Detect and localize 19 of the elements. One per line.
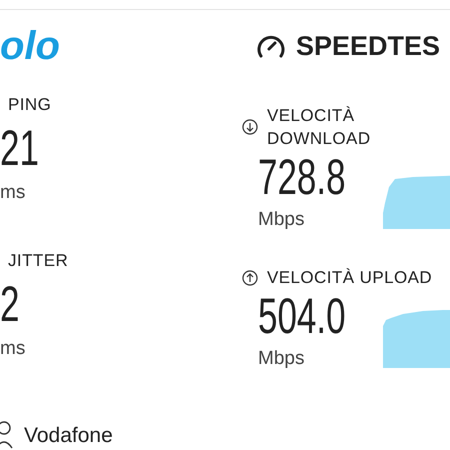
speed-label: VELOCITÀ DOWNLOAD: [267, 105, 372, 150]
download-graph: [383, 173, 450, 229]
provider-name: Vodafone: [24, 424, 113, 446]
speed-value: 728.8: [258, 152, 346, 202]
app-title: SPEEDTES: [296, 32, 440, 60]
metric-value: 21: [0, 123, 39, 173]
speedometer-icon: [256, 34, 286, 58]
metric-label: PING: [7, 96, 52, 113]
speed-unit: Mbps: [258, 349, 306, 368]
metric-value: 2: [0, 279, 20, 329]
speed-value: 504.0: [258, 291, 346, 341]
speed-unit: Mbps: [258, 210, 306, 229]
logo: olo: [0, 26, 60, 66]
speed-label: VELOCITÀ UPLOAD: [267, 267, 432, 289]
metric-unit: ms: [0, 183, 26, 202]
upload-graph: [383, 308, 450, 368]
metric-unit: ms: [0, 339, 26, 358]
metric-label: JITTER: [7, 252, 70, 269]
person-icon: [0, 420, 14, 450]
